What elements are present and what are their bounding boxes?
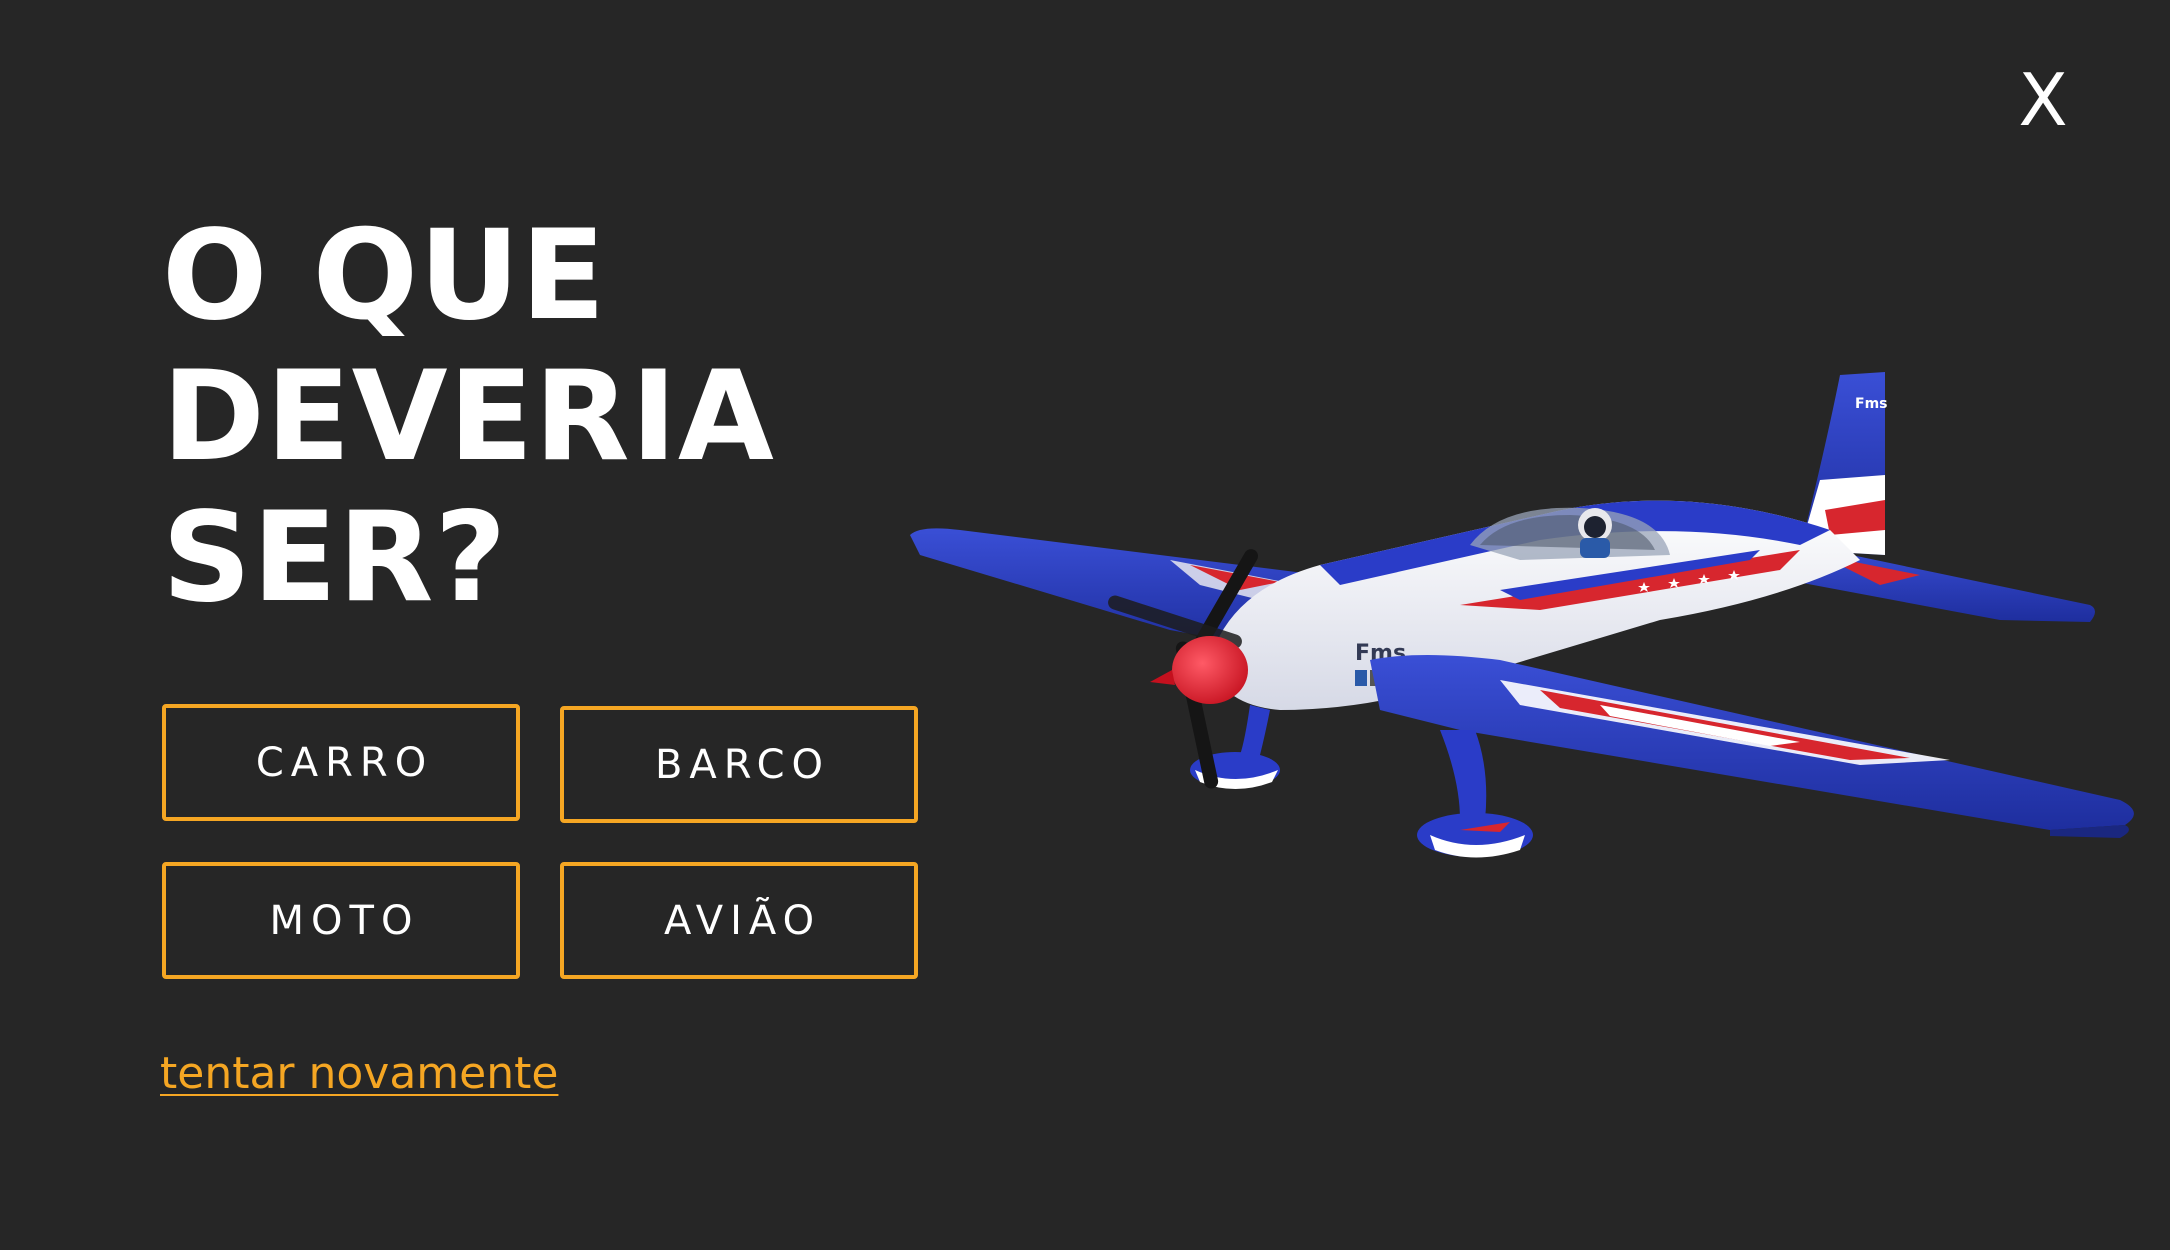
option-aviao-button[interactable]: AVIÃO <box>560 862 918 979</box>
option-barco-button[interactable]: BARCO <box>560 706 918 823</box>
airplane-image: Fms Fms <box>910 372 2134 858</box>
question-line-3: SER? <box>162 486 508 630</box>
svg-text:Fms: Fms <box>1855 396 1887 412</box>
question-title: O QUE DEVERIA SER? <box>162 206 782 629</box>
answer-options: CARRO BARCO MOTO AVIÃO <box>162 704 922 984</box>
option-carro-button[interactable]: CARRO <box>162 704 520 821</box>
option-moto-button[interactable]: MOTO <box>162 862 520 979</box>
close-button[interactable]: X <box>2008 60 2078 140</box>
question-line-2: DEVERIA <box>162 345 775 489</box>
retry-link[interactable]: tentar novamente <box>160 1048 558 1099</box>
question-line-1: O QUE <box>162 204 607 348</box>
